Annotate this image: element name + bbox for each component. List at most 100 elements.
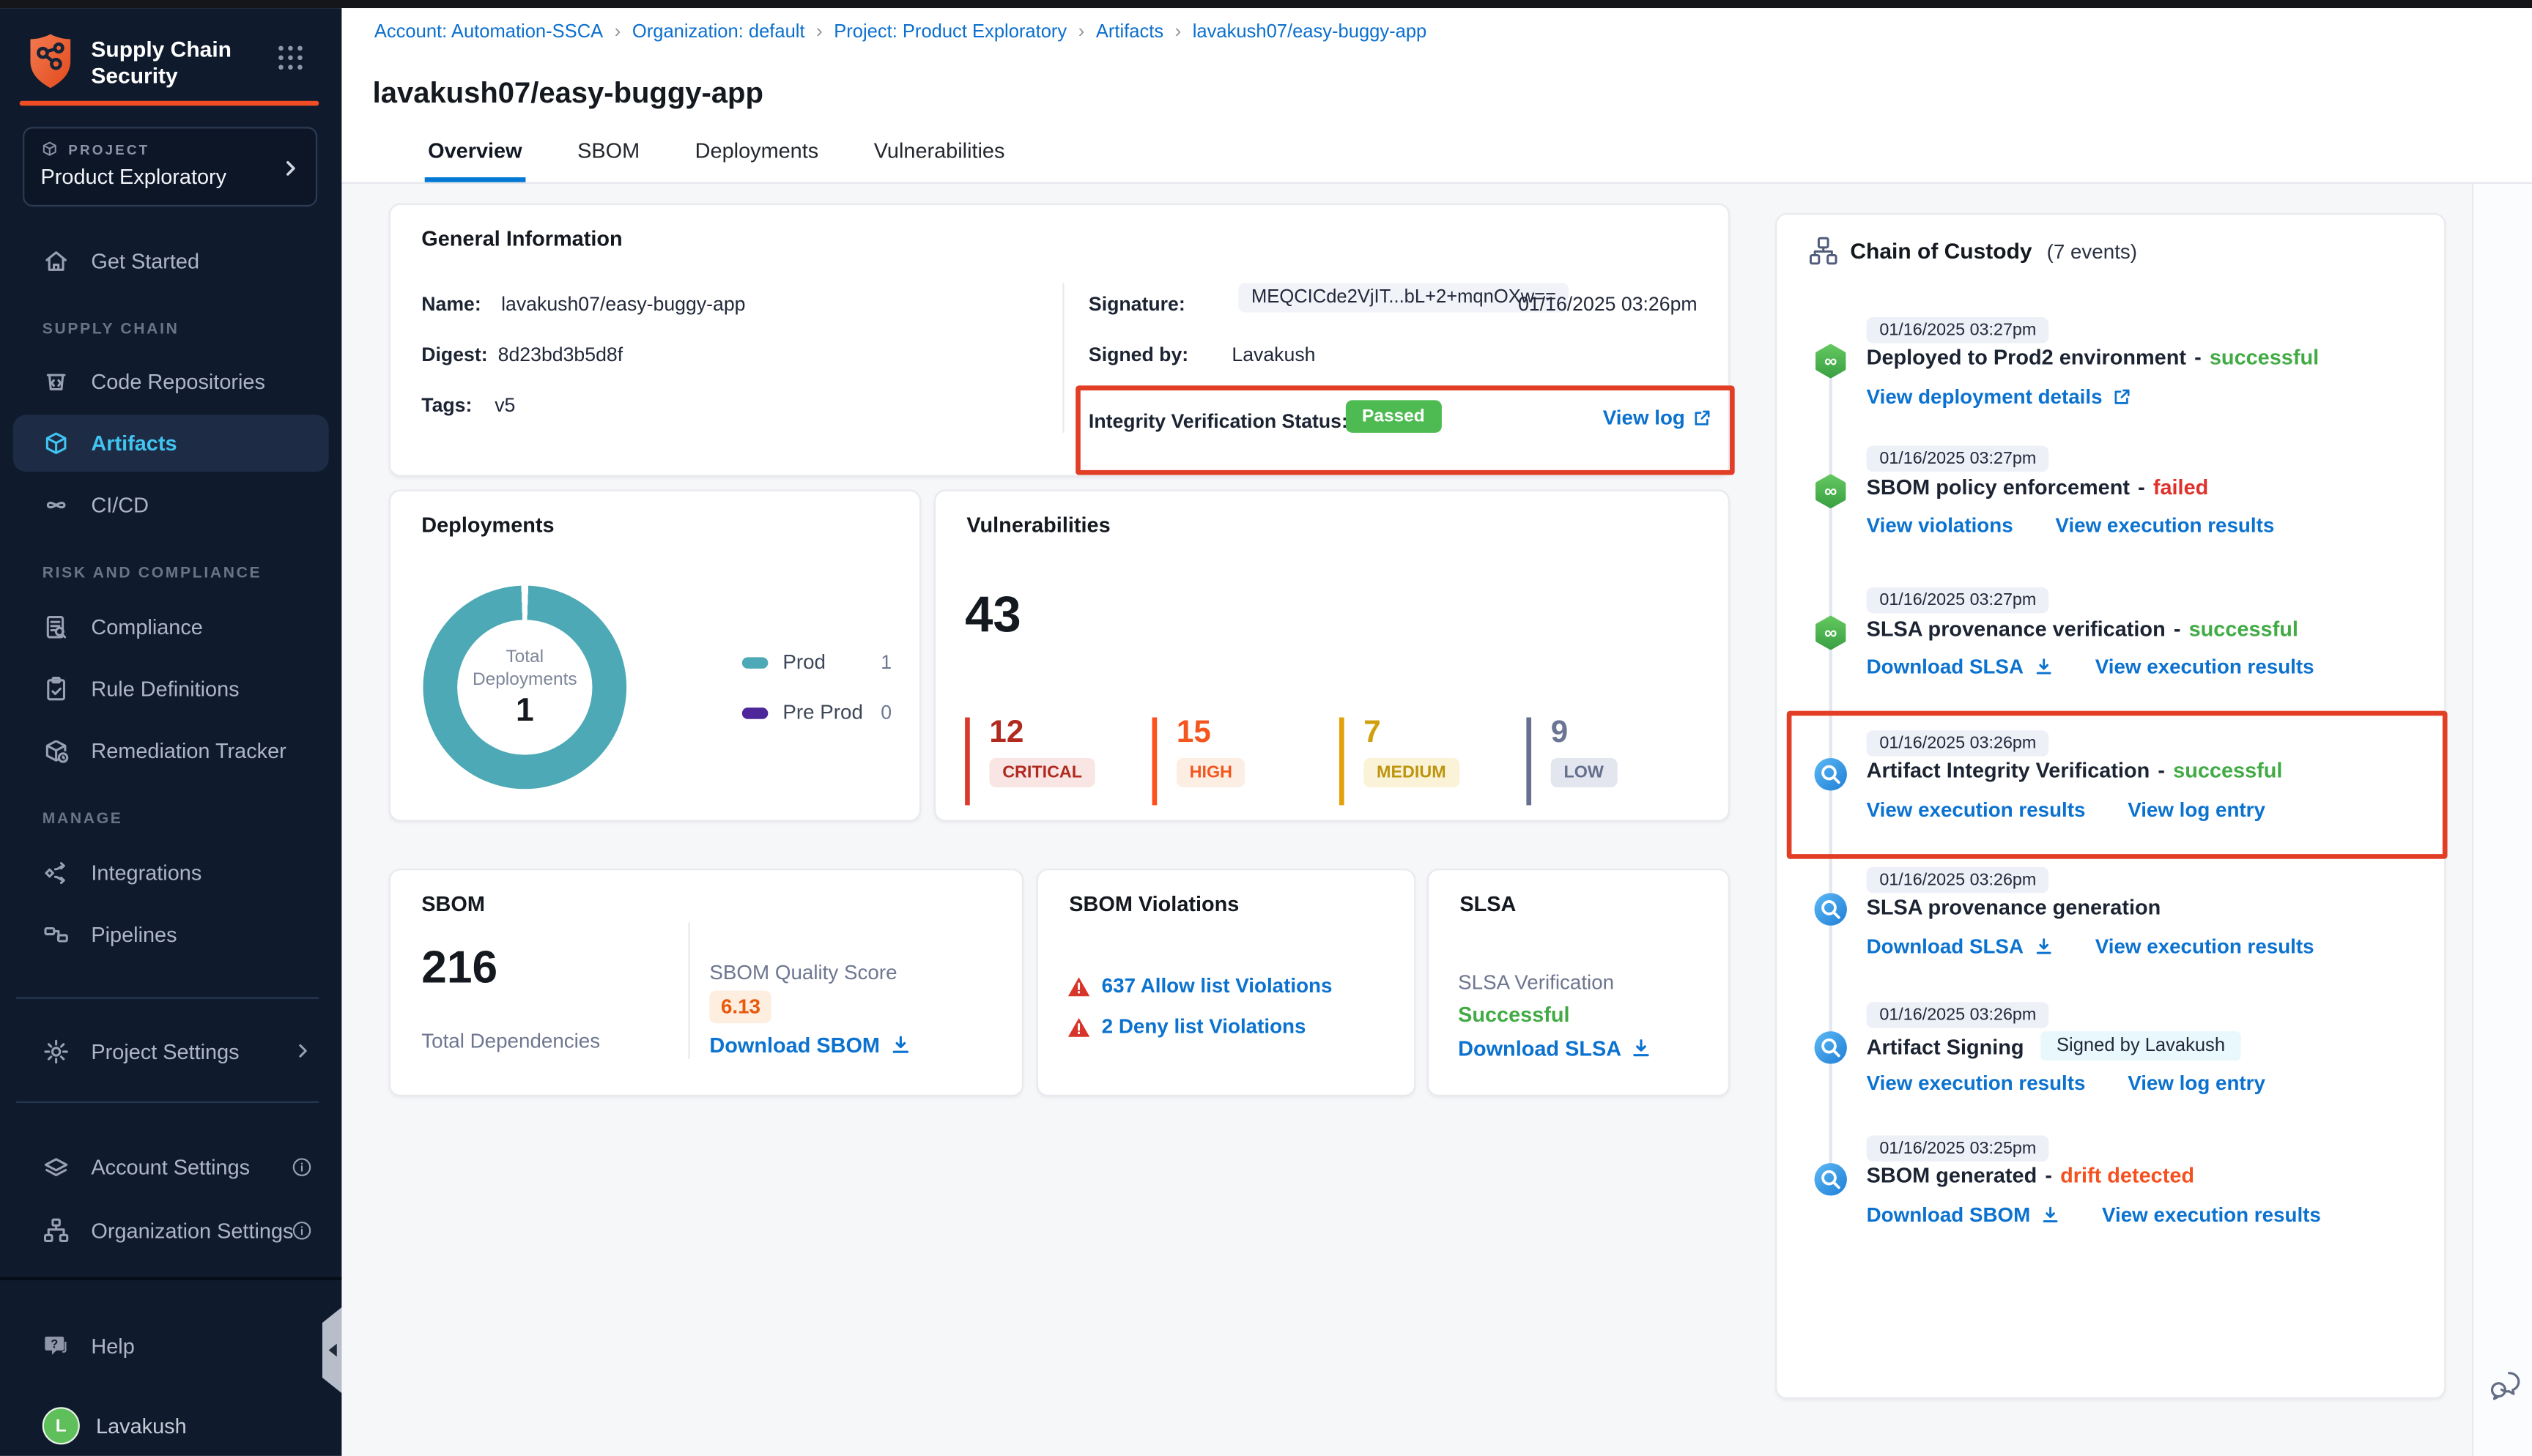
card-title: General Information xyxy=(421,226,622,250)
breadcrumb-account[interactable]: Account: Automation-SSCA xyxy=(374,23,603,42)
download-slsa-link[interactable]: Download SLSA xyxy=(1867,935,2024,958)
sidebar-item-rule-definitions[interactable]: Rule Definitions xyxy=(0,665,341,710)
sidebar-item-help[interactable]: ? Help xyxy=(0,1323,341,1368)
brand-accent-line xyxy=(20,101,319,106)
breadcrumb-artifacts[interactable]: Artifacts xyxy=(1096,23,1163,42)
user-menu[interactable]: L Lavakush xyxy=(42,1407,187,1444)
chevron-right-icon xyxy=(280,157,301,179)
download-sbom-link[interactable]: Download SBOM xyxy=(1867,1204,2031,1227)
severity-low: 9 LOW xyxy=(1526,718,1713,806)
view-execution-results-link[interactable]: View execution results xyxy=(1867,799,2086,822)
severity-badge: CRITICAL xyxy=(989,758,1095,787)
donut-legend: Prod 1 Pre Prod 0 xyxy=(742,646,892,747)
download-slsa-link[interactable]: Download SLSA xyxy=(1458,1036,1621,1061)
artifact-tags: v5 xyxy=(495,394,515,417)
sidebar-item-label: Code Repositories xyxy=(91,368,265,393)
event-timestamp: 01/16/2025 03:27pm xyxy=(1867,446,2050,472)
tab-overview[interactable]: Overview xyxy=(425,138,525,182)
severity-critical: 12 CRITICAL xyxy=(965,718,1152,806)
breadcrumb-org[interactable]: Organization: default xyxy=(632,23,805,42)
sidebar-item-label: Artifacts xyxy=(91,430,177,454)
project-selector[interactable]: PROJECT Product Exploratory xyxy=(23,127,317,207)
tab-sbom[interactable]: SBOM xyxy=(574,138,643,182)
sidebar-section-manage: MANAGE xyxy=(42,810,123,828)
sidebar-item-label: Help xyxy=(91,1333,134,1357)
card-title: Deployments xyxy=(421,513,554,537)
sidebar-item-label: Compliance xyxy=(91,614,202,638)
info-icon[interactable] xyxy=(292,1219,313,1241)
app-grid-icon[interactable] xyxy=(277,44,305,72)
download-icon xyxy=(1631,1038,1652,1059)
home-icon xyxy=(42,246,70,274)
download-icon xyxy=(889,1035,911,1056)
deployments-card: Deployments TotalDeployments 1 Prod 1 Pr… xyxy=(389,490,921,822)
signed-by-label: Signed by: xyxy=(1089,343,1188,366)
info-icon[interactable] xyxy=(292,1156,313,1177)
view-execution-results-link[interactable]: View execution results xyxy=(2095,655,2314,678)
tab-vulnerabilities[interactable]: Vulnerabilities xyxy=(870,138,1008,182)
user-name: Lavakush xyxy=(96,1414,187,1438)
event-links: View execution results View log entry xyxy=(1867,1072,2265,1095)
sidebar-item-remediation-tracker[interactable]: Remediation Tracker xyxy=(0,727,341,773)
view-log-entry-link[interactable]: View log entry xyxy=(2128,799,2265,822)
scan-event-icon xyxy=(1813,1030,1848,1066)
view-execution-results-link[interactable]: View execution results xyxy=(2055,514,2274,537)
sidebar-item-code-repositories[interactable]: Code Repositories xyxy=(0,358,341,404)
allow-list-violations-link[interactable]: 637 Allow list Violations xyxy=(1102,974,1333,997)
download-sbom-link[interactable]: Download SBOM xyxy=(709,1033,880,1057)
chain-of-custody-icon xyxy=(1808,236,1839,267)
chat-support-icon[interactable] xyxy=(2487,1368,2524,1404)
breadcrumb-project[interactable]: Project: Product Exploratory xyxy=(834,23,1067,42)
svg-text:?: ? xyxy=(51,1337,58,1350)
help-chat-icon: ? xyxy=(42,1331,70,1359)
view-log-entry-link[interactable]: View log entry xyxy=(2128,1072,2265,1095)
right-rail xyxy=(2472,184,2532,1456)
sidebar-item-pipelines[interactable]: Pipelines xyxy=(0,911,341,957)
sidebar-item-cicd[interactable]: CI/CD xyxy=(0,481,341,527)
external-link-icon xyxy=(1693,408,1713,428)
sidebar-item-label: Account Settings xyxy=(91,1154,250,1178)
download-icon xyxy=(2033,657,2053,677)
sidebar-item-integrations[interactable]: Integrations xyxy=(0,849,341,894)
artifact-cube-icon xyxy=(42,428,70,456)
view-execution-results-link[interactable]: View execution results xyxy=(2095,935,2314,958)
total-dependencies-value: 216 xyxy=(421,942,497,994)
sidebar-section-risk-compliance: RISK AND COMPLIANCE xyxy=(42,565,262,582)
view-execution-results-link[interactable]: View execution results xyxy=(1867,1072,2086,1095)
sidebar-item-label: Integrations xyxy=(91,860,201,884)
breadcrumb-current[interactable]: lavakush07/easy-buggy-app xyxy=(1193,23,1427,42)
view-violations-link[interactable]: View violations xyxy=(1867,514,2013,537)
box-wrench-icon xyxy=(42,736,70,764)
sidebar-item-project-settings[interactable]: Project Settings xyxy=(0,1028,341,1074)
download-slsa-link[interactable]: Download SLSA xyxy=(1867,655,2024,678)
sidebar-item-label: Remediation Tracker xyxy=(91,738,286,762)
signature-timestamp: 01/16/2025 03:26pm xyxy=(1518,293,1698,316)
download-icon xyxy=(2033,937,2053,957)
sidebar-item-label: Organization Settings xyxy=(91,1217,293,1241)
sidebar-item-compliance[interactable]: Compliance xyxy=(0,603,341,649)
scan-event-icon xyxy=(1813,757,1848,792)
severity-badge: LOW xyxy=(1551,758,1617,787)
integrations-icon xyxy=(42,858,70,886)
deny-list-violations-link[interactable]: 2 Deny list Violations xyxy=(1102,1015,1306,1038)
integrity-label: Integrity Verification Status: xyxy=(1089,410,1348,433)
sidebar-item-get-started[interactable]: Get Started xyxy=(0,237,341,283)
sidebar-item-label: Rule Definitions xyxy=(91,676,239,700)
severity-badge: HIGH xyxy=(1177,758,1245,787)
sidebar-item-account-settings[interactable]: Account Settings xyxy=(0,1143,341,1189)
event-title: SBOM generated-drift detected xyxy=(1867,1163,2194,1187)
view-execution-results-link[interactable]: View execution results xyxy=(2102,1204,2321,1227)
sbom-quality-label: SBOM Quality Score xyxy=(709,962,897,984)
org-tree-gear-icon xyxy=(42,1216,70,1244)
pipeline-event-icon: ∞ xyxy=(1813,473,1848,509)
card-title: SBOM xyxy=(421,891,485,915)
sidebar-section-supply-chain: SUPPLY CHAIN xyxy=(42,321,179,338)
sidebar-item-artifacts[interactable]: Artifacts xyxy=(0,420,341,465)
view-log-link[interactable]: View log xyxy=(1603,406,1685,429)
tab-deployments[interactable]: Deployments xyxy=(692,138,821,182)
svg-text:∞: ∞ xyxy=(1824,623,1837,643)
sidebar-divider xyxy=(16,1102,319,1103)
sidebar-item-organization-settings[interactable]: Organization Settings xyxy=(0,1207,341,1252)
clipboard-check-icon xyxy=(42,675,70,702)
view-deployment-details-link[interactable]: View deployment details xyxy=(1867,385,2103,408)
